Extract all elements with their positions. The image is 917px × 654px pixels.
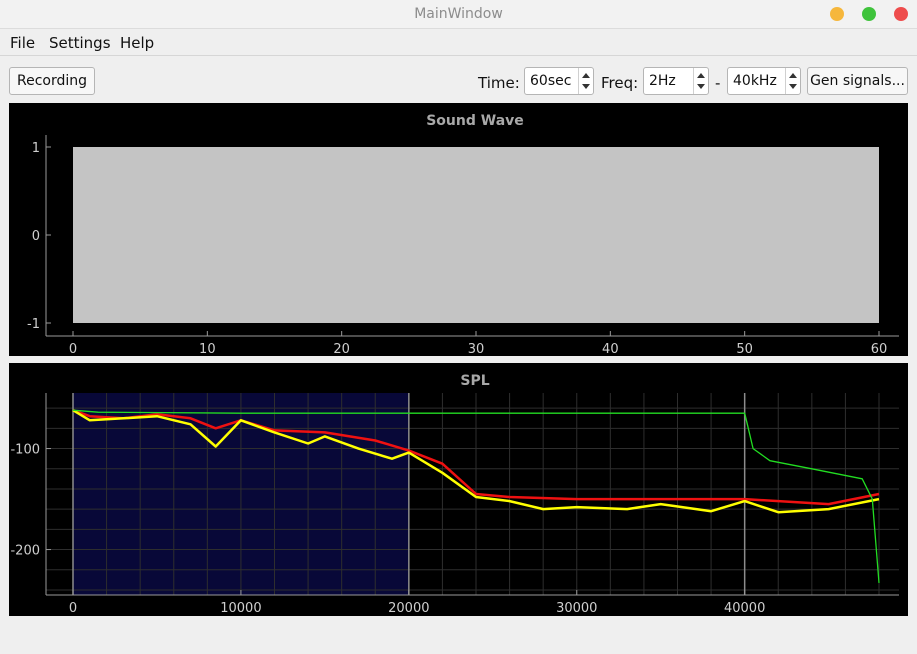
close-icon[interactable] — [894, 7, 908, 21]
sound-wave-title: Sound Wave — [426, 113, 524, 129]
x-tick-label: 40000 — [724, 601, 765, 616]
y-tick-label: -1 — [27, 317, 40, 332]
y-tick-label: 1 — [32, 141, 40, 156]
time-value: 60sec — [530, 73, 572, 89]
arrow-down-icon[interactable] — [697, 84, 705, 89]
arrow-up-icon[interactable] — [789, 73, 797, 78]
x-tick-label: 10 — [199, 342, 216, 356]
freq-min-spinbox[interactable]: 2Hz — [643, 67, 709, 95]
arrow-down-icon[interactable] — [582, 84, 590, 89]
arrow-up-icon[interactable] — [582, 73, 590, 78]
spl-title: SPL — [460, 373, 489, 389]
freq-max-stepper-arrows[interactable] — [785, 68, 800, 94]
menu-help[interactable]: Help — [120, 34, 154, 52]
menu-settings[interactable]: Settings — [49, 34, 111, 52]
sound-wave-chart: Sound Wave 0 10 20 30 40 50 6010-1 — [27, 113, 899, 356]
y-tick-label: 0 — [32, 229, 40, 244]
sound-wave-plot[interactable]: Sound Wave 0 10 20 30 40 50 60 1 0 -1 — [9, 103, 908, 356]
x-tick-label: 40 — [602, 342, 619, 356]
spl-chart: SPL 0 10000 20000 30000 40000 -100 -200 — [10, 373, 899, 616]
menu-bar: File Settings Help — [0, 29, 917, 56]
x-tick-label: 0 — [69, 601, 77, 616]
spl-plot[interactable]: SPL 0 10000 20000 30000 40000 -100 -200 — [9, 363, 908, 616]
y-tick-label: -200 — [10, 544, 40, 559]
time-spinbox[interactable]: 60sec — [524, 67, 594, 95]
time-stepper-arrows[interactable] — [578, 68, 593, 94]
arrow-up-icon[interactable] — [697, 73, 705, 78]
x-tick-label: 20000 — [388, 601, 429, 616]
x-tick-label: 30000 — [556, 601, 597, 616]
recording-button[interactable]: Recording — [9, 67, 95, 95]
freq-max-value: 40kHz — [733, 73, 777, 89]
x-tick-label: 0 — [69, 342, 77, 356]
x-tick-label: 50 — [736, 342, 753, 356]
time-label: Time: — [478, 74, 520, 92]
title-bar: MainWindow — [0, 0, 917, 29]
x-tick-label: 30 — [468, 342, 485, 356]
x-tick-label: 10000 — [220, 601, 261, 616]
menu-file[interactable]: File — [10, 34, 35, 52]
freq-min-value: 2Hz — [649, 73, 676, 89]
x-tick-label: 60 — [871, 342, 888, 356]
maximize-icon[interactable] — [862, 7, 876, 21]
freq-max-spinbox[interactable]: 40kHz — [727, 67, 801, 95]
freq-min-stepper-arrows[interactable] — [693, 68, 708, 94]
range-separator: - — [715, 74, 721, 92]
y-tick-label: -100 — [10, 443, 40, 458]
freq-label: Freq: — [601, 74, 639, 92]
window-title: MainWindow — [414, 6, 503, 22]
gen-signals-button[interactable]: Gen signals... — [807, 67, 908, 95]
sound-wave-area — [73, 147, 879, 323]
arrow-down-icon[interactable] — [789, 84, 797, 89]
minimize-icon[interactable] — [830, 7, 844, 21]
x-tick-label: 20 — [333, 342, 350, 356]
